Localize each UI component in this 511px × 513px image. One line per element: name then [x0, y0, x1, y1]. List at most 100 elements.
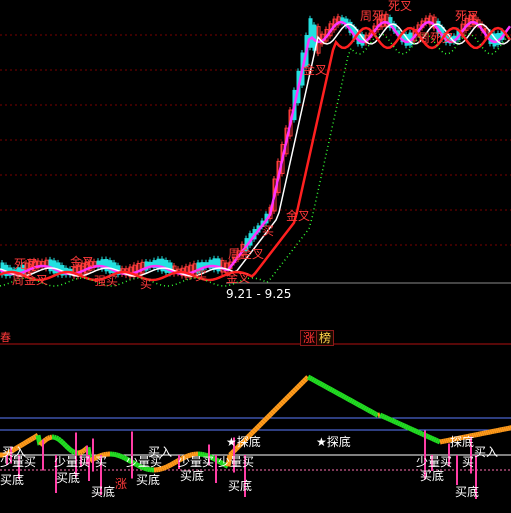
oscillator-seg: [254, 425, 260, 431]
oscillator-seg: [404, 424, 410, 430]
label-jincha-low: 金叉: [226, 271, 251, 285]
oscillator-seg: [344, 395, 350, 402]
label-sicha-left: 死叉: [14, 257, 39, 271]
oscillator-seg: [382, 414, 388, 420]
oscillator-seg: [66, 445, 72, 452]
oscillator-seg: [412, 428, 418, 434]
oscillator-seg: [430, 436, 436, 442]
oscillator-seg: [302, 377, 308, 383]
oscillator-seg: [428, 435, 434, 441]
oscillator-seg: [328, 386, 334, 393]
oscillator-seg: [256, 423, 262, 429]
candle-body: [164, 259, 169, 273]
oscillator-seg: [396, 420, 402, 427]
label-mai-lower-1: 买: [95, 455, 108, 469]
oscillator-seg: [268, 411, 274, 417]
oscillator-seg: [260, 419, 266, 425]
oscillator-seg: [398, 421, 404, 428]
label-maidi-4: 买底: [136, 473, 161, 487]
oscillator-seg: [352, 400, 358, 406]
label-sicha-top: 死叉: [388, 0, 413, 13]
oscillator-seg: [408, 426, 414, 432]
label-maidi-8: 买底: [455, 485, 480, 499]
oscillator-seg: [54, 435, 60, 441]
oscillator-seg: [30, 435, 36, 441]
oscillator-seg: [342, 394, 348, 400]
label-mairu-right: 买入: [474, 445, 499, 459]
oscillator-seg: [426, 434, 432, 440]
oscillator-seg: [402, 423, 408, 429]
oscillator-seg: [79, 449, 83, 455]
oscillator-seg: [119, 453, 123, 460]
oscillator-seg: [432, 437, 438, 443]
oscillator-seg: [166, 463, 172, 469]
label-star-tandi-1: ★探底: [226, 435, 261, 449]
oscillator-seg: [312, 378, 318, 384]
candle-body: [108, 260, 113, 274]
oscillator-seg: [32, 434, 38, 440]
label-qiang-mai-left: 强买: [94, 274, 119, 288]
oscillator-seg: [348, 397, 354, 404]
oscillator-seg: [274, 405, 280, 411]
label-maidi-7: 买底: [420, 469, 445, 483]
label-xiaoliang-3: 少量买: [126, 455, 163, 469]
oscillator-seg: [170, 460, 176, 467]
ma-red-line: [0, 26, 511, 282]
oscillator-seg: [62, 442, 68, 448]
oscillator-seg: [28, 436, 34, 443]
oscillator-seg: [298, 381, 304, 387]
oscillator-seg: [294, 385, 300, 391]
candle-body: [216, 258, 221, 272]
tag-bang[interactable]: 榜: [316, 330, 335, 346]
oscillator-seg: [70, 448, 76, 455]
date-range-label: 9.21 - 9.25: [226, 287, 292, 301]
oscillator-seg: [362, 405, 368, 411]
oscillator-seg: [296, 383, 302, 389]
oscillator-seg: [434, 437, 440, 444]
oscillator-seg: [115, 452, 119, 458]
oscillator-seg: [163, 464, 167, 471]
label-maidi-3: 买底: [91, 485, 116, 499]
oscillator-seg: [386, 416, 392, 422]
oscillator-seg: [282, 397, 288, 403]
oscillator-seg: [276, 403, 282, 409]
oscillator-seg: [161, 465, 165, 472]
oscillator-seg: [80, 448, 86, 455]
oscillator-seg: [308, 375, 314, 382]
label-xiaoliang-2: 少量买: [54, 455, 91, 469]
divider-left-mark: 春: [0, 331, 11, 344]
oscillator-seg: [280, 399, 286, 405]
oscillator-seg: [380, 413, 386, 420]
oscillator-seg: [310, 376, 316, 383]
oscillator-seg: [164, 464, 170, 470]
oscillator-seg: [88, 457, 94, 464]
oscillator-seg: [288, 391, 294, 397]
oscillator-seg: [264, 415, 270, 421]
label-sicha-top-right: 死叉: [455, 9, 480, 23]
oscillator-seg: [332, 389, 338, 395]
oscillator-seg: [322, 383, 328, 389]
oscillator-seg: [60, 440, 66, 446]
label-maidi-5: 买底: [180, 469, 205, 483]
oscillator-seg: [64, 444, 70, 450]
oscillator-seg: [272, 407, 278, 413]
oscillator-seg: [360, 404, 366, 410]
oscillator-seg: [38, 441, 44, 447]
label-mai-lower-2: 买: [462, 455, 475, 469]
oscillator-seg: [334, 390, 340, 396]
label-maidi-6: 买底: [228, 479, 253, 493]
oscillator-seg: [266, 413, 272, 419]
candle-body: [52, 260, 57, 274]
label-jincha-left: 金叉: [70, 255, 95, 269]
oscillator-seg: [358, 403, 364, 409]
oscillator-seg: [58, 438, 64, 444]
label-xiaoliang-6: 少量买: [416, 455, 453, 469]
histogram-bar: [215, 455, 217, 483]
oscillator-seg: [414, 428, 420, 435]
oscillator-seg: [120, 454, 126, 460]
oscillator-seg: [354, 401, 360, 407]
label-maidi-1: 买底: [0, 473, 25, 487]
oscillator-seg: [324, 384, 330, 391]
oscillator-seg: [418, 430, 424, 437]
oscillator-seg: [394, 419, 400, 426]
